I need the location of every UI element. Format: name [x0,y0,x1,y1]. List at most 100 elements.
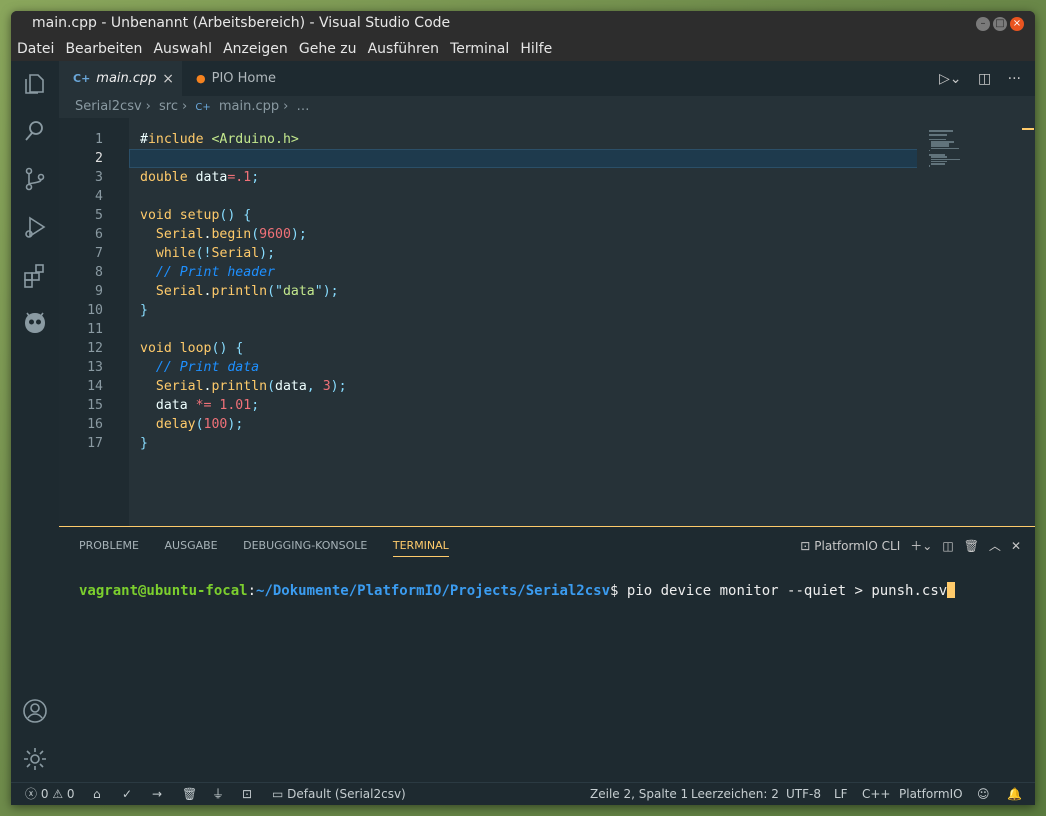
code-editor[interactable]: #include <Arduino.h> double data=.1; void … [59,118,917,527]
code-line[interactable]: Serial.println(data, 3); [140,377,347,396]
indentation[interactable]: Leerzeichen: 2 [691,783,779,805]
feedback-icon[interactable]: ☺ [977,783,990,805]
tab-debugging-konsole[interactable]: DEBUGGING-KONSOLE [243,539,367,556]
build-check-icon[interactable]: ✓ [122,783,132,805]
tab-label: PIO Home [211,71,277,86]
terminal-icon[interactable]: ⊡ [242,783,252,805]
terminal-selector[interactable]: PlatformIO CLI [814,539,900,553]
cursor-position[interactable]: Zeile 2, Spalte 1 [590,783,688,805]
menu-bearbeiten[interactable]: Bearbeiten [65,38,142,60]
minimap[interactable] [921,118,1033,527]
menu-terminal[interactable]: Terminal [450,38,509,60]
breadcrumb-item[interactable]: Serial2csv [75,99,142,114]
close-panel-icon[interactable]: ✕ [1011,539,1021,553]
clean-trash-icon[interactable]: 🗑 [182,783,197,805]
menu-gehe-zu[interactable]: Gehe zu [299,38,357,60]
line-number: 10 [87,303,103,318]
trash-icon[interactable]: 🗑 [964,539,979,553]
prompt-symbol: $ [610,583,627,599]
platform[interactable]: PlatformIO [899,783,963,805]
line-number: 12 [87,341,103,356]
tab-probleme[interactable]: PROBLEME [79,539,139,556]
line-ending[interactable]: LF [834,783,848,805]
close-window-button[interactable]: × [1010,17,1024,31]
breadcrumb-item[interactable]: … [296,99,309,114]
line-number: 5 [95,208,103,223]
platformio-icon[interactable] [21,309,49,337]
split-editor-icon[interactable]: ◫ [978,71,991,87]
chevron-right-icon: › [283,99,289,114]
editor-tabs: C+ main.cpp × ● PIO Home ▷⌄ ◫ ··· [59,61,1035,96]
warning-icon: ⚠ [52,787,64,801]
current-line-highlight [129,149,917,168]
prompt-separator: : [247,583,257,599]
upload-arrow-icon[interactable]: → [152,783,162,805]
bell-icon[interactable]: 🔔 [1007,783,1022,805]
activity-bar [11,61,59,783]
c++-file-icon: C+ [73,72,91,85]
code-line[interactable]: #include <Arduino.h> [140,130,299,149]
new-terminal-icon[interactable]: ＋⌄ [910,537,932,554]
source-control-icon[interactable] [21,165,49,193]
menu-datei[interactable]: Datei [17,38,54,60]
search-icon[interactable] [21,117,49,145]
code-line[interactable]: Serial.begin(9600); [140,225,307,244]
terminal-icon: ⊡ [800,538,811,553]
language-mode[interactable]: C++ [862,783,891,805]
line-number: 3 [95,170,103,185]
problems-status[interactable]: ⓧ 0 ⚠ 0 [25,783,75,805]
code-line[interactable]: while(!Serial); [140,244,275,263]
account-icon[interactable] [21,697,49,725]
tab-ausgabe[interactable]: AUSGABE [165,539,218,556]
line-number: 6 [95,227,103,242]
breadcrumb: Serial2csv › src › C+ main.cpp › … [59,96,1035,118]
breadcrumb-item[interactable]: src [159,99,178,114]
code-line[interactable]: Serial.println("data"); [140,282,339,301]
warning-count: 0 [66,787,75,801]
code-line[interactable]: data *= 1.01; [140,396,259,415]
run-debug-icon[interactable] [21,213,49,241]
line-number: 8 [95,265,103,280]
tab-main-cpp[interactable]: C+ main.cpp × [59,61,182,96]
code-line[interactable]: double data=.1; [140,168,259,187]
code-line[interactable]: void loop() { [140,339,243,358]
breadcrumb-item[interactable]: main.cpp [219,99,279,114]
folder-icon: ▭ [272,787,284,801]
run-icon[interactable]: ▷⌄ [939,71,962,87]
home-icon[interactable]: ⌂ [93,783,101,805]
line-number: 2 [95,151,103,166]
line-number: 1 [95,132,103,147]
menu-hilfe[interactable]: Hilfe [520,38,552,60]
minimize-button[interactable]: – [976,17,990,31]
tab-pio-home[interactable]: ● PIO Home [182,61,282,96]
maximize-button[interactable]: □ [993,17,1007,31]
code-area[interactable]: #include <Arduino.h> double data=.1; void … [129,118,917,527]
menu-anzeigen[interactable]: Anzeigen [223,38,288,60]
code-line[interactable]: } [140,434,148,453]
serial-plug-icon[interactable]: ⏚ [212,783,224,805]
cursor-position-marker [1022,128,1034,130]
close-icon[interactable]: × [162,71,174,87]
explorer-icon[interactable] [21,69,49,97]
line-number: 17 [87,436,103,451]
code-line[interactable]: // Print data [140,358,259,377]
code-line[interactable]: // Print header [140,263,275,282]
extensions-icon[interactable] [21,261,49,289]
split-terminal-icon[interactable]: ◫ [942,539,953,553]
prompt-path: ~/Dokumente/PlatformIO/Projects/Serial2c… [256,583,611,599]
code-line[interactable]: delay(100); [140,415,243,434]
more-actions-icon[interactable]: ··· [1008,71,1021,87]
c++-file-icon: C+ [195,102,211,113]
prompt-user: vagrant@ubuntu-focal [79,583,248,599]
code-line[interactable]: void setup() { [140,206,251,225]
maximize-panel-icon[interactable]: ︿ [989,537,1001,554]
tab-terminal[interactable]: TERMINAL [392,539,449,557]
window-title: main.cpp - Unbenannt (Arbeitsbereich) - … [32,15,451,31]
code-line[interactable]: } [140,301,148,320]
menu-auswahl[interactable]: Auswahl [153,38,212,60]
project-env[interactable]: ▭ Default (Serial2csv) [272,783,406,805]
terminal-output[interactable]: vagrant@ubuntu-focal:~/Dokumente/Platfor… [79,582,956,599]
menu-ausfuehren[interactable]: Ausführen [368,38,439,60]
gear-icon[interactable] [21,745,49,773]
encoding[interactable]: UTF-8 [786,783,821,805]
